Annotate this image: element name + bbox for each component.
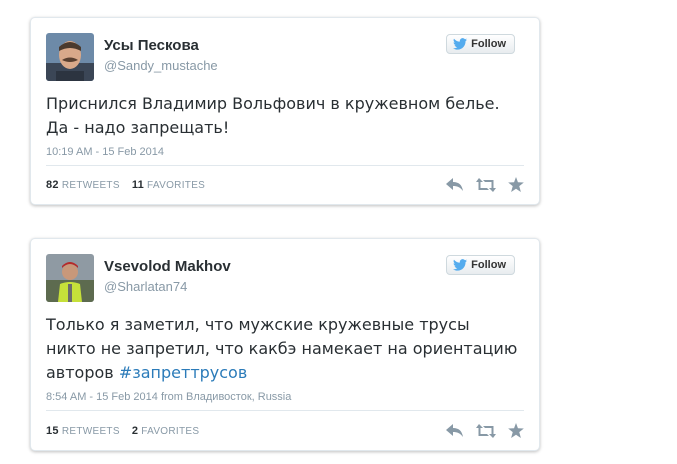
twitter-bird-icon bbox=[453, 38, 468, 50]
tweet-text-line: Приснился Владимир Вольфович в кружевном… bbox=[46, 94, 500, 113]
favorites-count[interactable]: 11 bbox=[132, 179, 144, 191]
favorite-star-icon[interactable] bbox=[508, 423, 524, 438]
tweet-card: Усы Пескова @Sandy_mustache Follow Присн… bbox=[30, 17, 540, 205]
tweet-text-line: авторов #запреттрусов bbox=[46, 361, 521, 385]
tweet-actions bbox=[446, 423, 524, 438]
favorite-star-icon[interactable] bbox=[508, 177, 524, 192]
avatar[interactable] bbox=[46, 254, 94, 302]
tweet-text-line: Только я заметил, что мужские кружевные … bbox=[46, 315, 470, 334]
tweet-timestamp[interactable]: 10:19 AM - 15 Feb 2014 bbox=[46, 146, 164, 158]
favorites-count[interactable]: 2 bbox=[132, 425, 138, 437]
retweet-icon[interactable] bbox=[476, 423, 496, 438]
author-name[interactable]: Vsevolod Makhov bbox=[104, 258, 231, 275]
retweet-icon[interactable] bbox=[476, 177, 496, 192]
author-handle[interactable]: @Sharlatan74 bbox=[104, 279, 187, 294]
follow-button[interactable]: Follow bbox=[446, 34, 515, 54]
tweet-text-line: никто не запретил, что какбэ намекает на… bbox=[46, 339, 518, 358]
favorites-label[interactable]: FAVORITES bbox=[147, 180, 205, 191]
tweet-text-fragment: авторов bbox=[46, 363, 119, 382]
tweet-text: Приснился Владимир Вольфович в кружевном… bbox=[46, 92, 521, 140]
tweet-stats: 15 RETWEETS 2 FAVORITES bbox=[46, 425, 199, 437]
divider bbox=[46, 165, 524, 166]
tweet-actions bbox=[446, 177, 524, 192]
reply-icon[interactable] bbox=[446, 177, 464, 192]
tweet-text: Только я заметил, что мужские кружевные … bbox=[46, 313, 521, 385]
avatar[interactable] bbox=[46, 33, 94, 81]
tweet-stats: 82 RETWEETS 11 FAVORITES bbox=[46, 179, 205, 191]
hashtag-link[interactable]: #запреттрусов bbox=[119, 363, 247, 382]
follow-label: Follow bbox=[471, 259, 506, 271]
author-handle[interactable]: @Sandy_mustache bbox=[104, 58, 218, 73]
tweet-card: Vsevolod Makhov @Sharlatan74 Follow Толь… bbox=[30, 238, 540, 451]
tweet-timestamp[interactable]: 8:54 AM - 15 Feb 2014 from Владивосток, … bbox=[46, 391, 291, 403]
retweets-count[interactable]: 15 bbox=[46, 425, 59, 437]
retweets-label[interactable]: RETWEETS bbox=[62, 426, 120, 437]
twitter-bird-icon bbox=[453, 259, 468, 271]
follow-label: Follow bbox=[471, 38, 506, 50]
follow-button[interactable]: Follow bbox=[446, 255, 515, 275]
retweets-count[interactable]: 82 bbox=[46, 179, 59, 191]
divider bbox=[46, 410, 524, 411]
favorites-label[interactable]: FAVORITES bbox=[141, 426, 199, 437]
tweet-text-line: Да - надо запрещать! bbox=[46, 118, 230, 137]
retweets-label[interactable]: RETWEETS bbox=[62, 180, 120, 191]
reply-icon[interactable] bbox=[446, 423, 464, 438]
author-name[interactable]: Усы Пескова bbox=[104, 37, 199, 54]
